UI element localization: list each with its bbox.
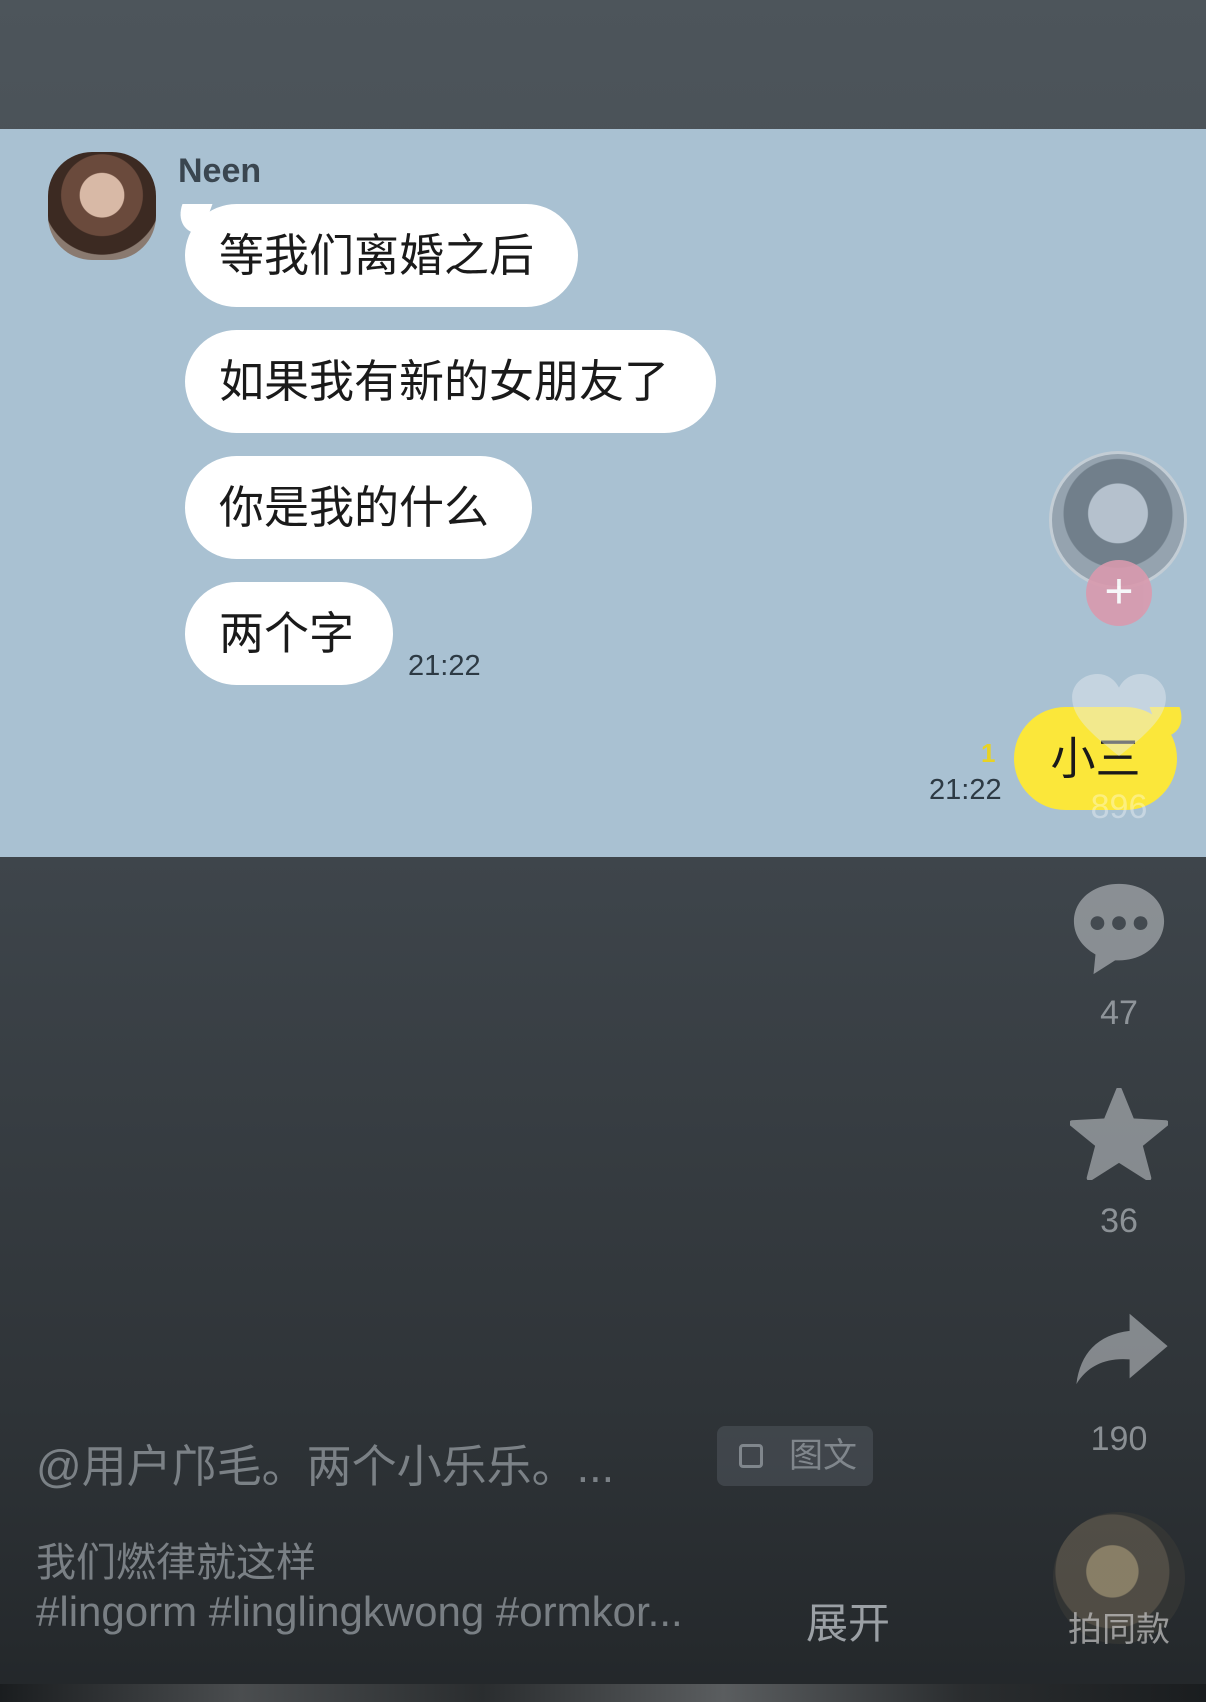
heart-icon[interactable]	[1070, 672, 1168, 758]
author-mention[interactable]: @用户邝毛。两个小乐乐。...	[36, 1430, 614, 1495]
incoming-timestamp: 21:22	[408, 650, 481, 682]
progress-strip	[0, 1684, 1206, 1702]
chat-bubble-1: 等我们离婚之后	[185, 204, 578, 307]
favorite-count: 36	[1100, 1202, 1138, 1240]
comment-count: 47	[1100, 994, 1138, 1032]
image-text-chip[interactable]: 图文	[717, 1426, 873, 1486]
hashtags[interactable]: #lingorm #linglingkwong #ormkor...	[36, 1588, 683, 1636]
chat-bubble-2: 如果我有新的女朋友了	[185, 330, 716, 433]
comment-icon[interactable]	[1070, 880, 1168, 978]
same-style-label[interactable]: 拍同款	[1053, 1602, 1185, 1651]
star-icon[interactable]	[1070, 1088, 1168, 1180]
chat-bubble-4: 两个字	[185, 582, 393, 685]
expand-button[interactable]: 展开	[806, 1590, 890, 1651]
share-icon[interactable]	[1074, 1310, 1170, 1386]
share-count: 190	[1090, 1420, 1148, 1458]
outgoing-timestamp: 21:22	[929, 774, 1002, 806]
chat-bubble-3: 你是我的什么	[185, 456, 532, 559]
unread-count: 1	[981, 738, 996, 768]
chip-label: 图文	[789, 1437, 857, 1475]
image-text-icon	[739, 1444, 763, 1468]
follow-button[interactable]: +	[1086, 560, 1152, 626]
like-count: 896	[1090, 788, 1148, 826]
post-description: 我们燃律就这样	[36, 1541, 316, 1585]
sender-avatar	[48, 152, 156, 260]
sender-name: Neen	[178, 152, 262, 190]
